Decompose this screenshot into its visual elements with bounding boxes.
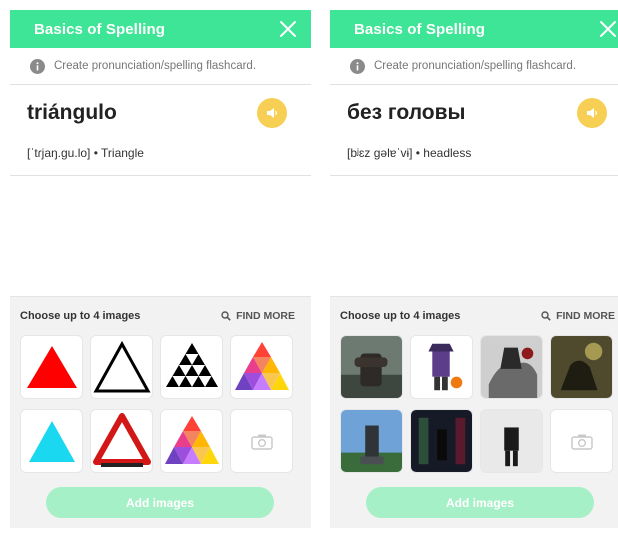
info-bar: Create pronunciation/spelling flashcard. xyxy=(330,48,618,84)
image-thumb-headless-horseman-figure[interactable] xyxy=(410,335,473,399)
flashcard-panel-left: Basics of Spelling Create pronunciation/… xyxy=(10,10,311,528)
info-bar: Create pronunciation/spelling flashcard. xyxy=(10,48,311,84)
image-thumb-statue-sky[interactable] xyxy=(340,409,403,473)
close-icon[interactable] xyxy=(599,20,617,38)
images-section: Choose up to 4 images FIND MORE Add imag… xyxy=(10,296,311,528)
image-thumb-dark-hallway[interactable] xyxy=(410,409,473,473)
find-more-label: FIND MORE xyxy=(236,310,295,322)
image-grid xyxy=(10,335,311,473)
image-thumb-outline-triangle[interactable] xyxy=(90,335,153,399)
word-title: без головы xyxy=(347,101,466,124)
find-more-label: FIND MORE xyxy=(556,310,615,322)
image-thumb-red-triangle[interactable] xyxy=(20,335,83,399)
word-section: triángulo [ˈtɾjaŋ.gu.lo] • Triangle xyxy=(10,84,311,176)
image-thumb-headless-statue[interactable] xyxy=(340,335,403,399)
camera-icon xyxy=(250,434,273,450)
images-header: Choose up to 4 images FIND MORE xyxy=(330,297,618,335)
pronunciation: [ˈtɾjaŋ.gu.lo] • Triangle xyxy=(27,146,144,160)
camera-icon xyxy=(570,434,593,450)
pronunciation: [bʲɛz gəlɐˈvɨ] • headless xyxy=(347,146,472,160)
image-thumb-headless-rider[interactable] xyxy=(480,335,543,399)
image-thumb-colorful-triangle[interactable] xyxy=(230,335,293,399)
flashcard-panel-right: Basics of Spelling Create pronunciation/… xyxy=(330,10,618,528)
image-grid xyxy=(330,335,618,473)
choose-images-label: Choose up to 4 images xyxy=(340,310,461,322)
add-images-button[interactable]: Add images xyxy=(366,487,594,518)
find-more-link[interactable]: FIND MORE xyxy=(221,310,295,322)
speaker-button[interactable] xyxy=(577,98,607,128)
info-icon xyxy=(30,58,45,74)
image-upload-slot[interactable] xyxy=(550,409,613,473)
info-text: Create pronunciation/spelling flashcard. xyxy=(374,60,577,72)
header: Basics of Spelling xyxy=(10,10,311,48)
close-icon[interactable] xyxy=(279,20,297,38)
info-text: Create pronunciation/spelling flashcard. xyxy=(54,60,257,72)
word-section: без головы [bʲɛz gəlɐˈvɨ] • headless xyxy=(330,84,618,176)
image-thumb-cyan-triangle[interactable] xyxy=(20,409,83,473)
image-thumb-colorful-triangle-2[interactable] xyxy=(160,409,223,473)
speaker-button[interactable] xyxy=(257,98,287,128)
image-thumb-headless-suit[interactable] xyxy=(480,409,543,473)
header: Basics of Spelling xyxy=(330,10,618,48)
word-title: triángulo xyxy=(27,101,117,124)
magnifier-icon xyxy=(221,311,231,321)
find-more-link[interactable]: FIND MORE xyxy=(541,310,615,322)
image-upload-slot[interactable] xyxy=(230,409,293,473)
images-section: Choose up to 4 images FIND MORE Add imag… xyxy=(330,296,618,528)
header-title: Basics of Spelling xyxy=(354,20,485,38)
speaker-icon xyxy=(267,108,277,118)
image-thumb-sierpinski-triangle[interactable] xyxy=(160,335,223,399)
image-thumb-headless-horseman-night[interactable] xyxy=(550,335,613,399)
images-header: Choose up to 4 images FIND MORE xyxy=(10,297,311,335)
image-thumb-warning-triangle[interactable] xyxy=(90,409,153,473)
speaker-icon xyxy=(587,108,597,118)
info-icon xyxy=(350,58,365,74)
choose-images-label: Choose up to 4 images xyxy=(20,310,141,322)
magnifier-icon xyxy=(541,311,551,321)
add-images-button[interactable]: Add images xyxy=(46,487,274,518)
header-title: Basics of Spelling xyxy=(34,20,165,38)
